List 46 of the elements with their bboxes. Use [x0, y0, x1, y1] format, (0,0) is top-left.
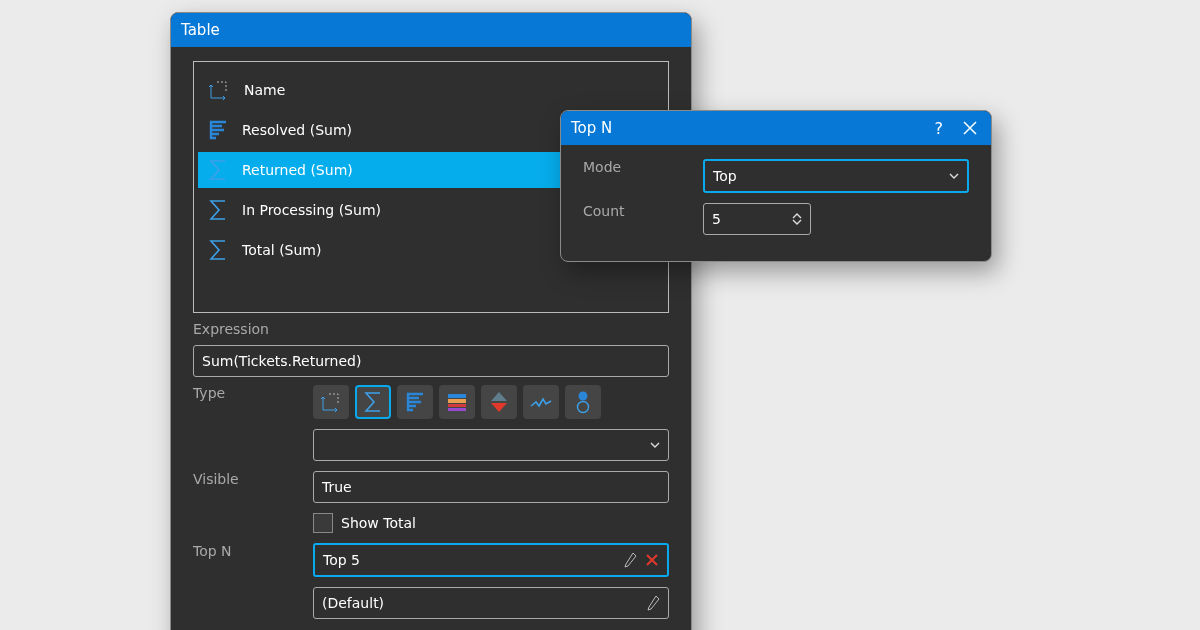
chevron-up-icon[interactable] [792, 212, 802, 219]
sigma-icon [208, 239, 228, 261]
stacked-bars-icon [446, 392, 468, 412]
field-label: Count [583, 203, 625, 219]
delta-icon [489, 391, 509, 413]
sigma-icon [208, 159, 228, 181]
field-list-item[interactable]: Name [198, 72, 664, 108]
help-button[interactable]: ? [930, 118, 947, 138]
bars-icon [208, 120, 228, 140]
window-title: Table [181, 21, 221, 39]
dialog-title: Top N [571, 119, 614, 137]
close-icon [963, 121, 977, 135]
chevron-down-icon[interactable] [650, 441, 660, 449]
count-spinner[interactable]: 5 [703, 203, 811, 235]
sparkline-icon [530, 395, 552, 409]
type-button[interactable] [439, 385, 475, 419]
show-total-checkbox[interactable]: Show Total [313, 513, 669, 533]
type-button[interactable] [481, 385, 517, 419]
bars-icon [405, 392, 425, 412]
pencil-icon[interactable] [623, 552, 637, 568]
type-button[interactable] [397, 385, 433, 419]
field-label: Mode [583, 159, 622, 175]
type-dropdown[interactable] [313, 429, 669, 461]
top-n-field[interactable]: Top 5 [313, 543, 669, 577]
sigma-icon [363, 391, 383, 413]
pencil-icon[interactable] [646, 595, 660, 611]
field-label: Expression [193, 321, 269, 337]
field-label: Top N [193, 543, 232, 559]
visible-field[interactable]: True [313, 471, 669, 503]
type-button[interactable] [565, 385, 601, 419]
field-label: Visible [193, 471, 239, 487]
close-icon[interactable] [645, 553, 659, 567]
dimension-icon [320, 391, 342, 413]
chevron-down-icon[interactable] [949, 172, 959, 180]
expression-field[interactable]: Sum(Tickets.Returned) [193, 345, 669, 377]
format-field[interactable]: (Default) [313, 587, 669, 619]
type-button[interactable] [355, 385, 391, 419]
dimension-icon [208, 79, 230, 101]
chevron-down-icon[interactable] [792, 219, 802, 226]
bubbles-icon [575, 390, 591, 414]
mode-dropdown[interactable]: Top [703, 159, 969, 193]
field-list-item[interactable]: Total (Sum) [198, 232, 664, 268]
type-button[interactable] [313, 385, 349, 419]
sigma-icon [208, 199, 228, 221]
field-label: Type [193, 385, 226, 401]
type-button[interactable] [523, 385, 559, 419]
